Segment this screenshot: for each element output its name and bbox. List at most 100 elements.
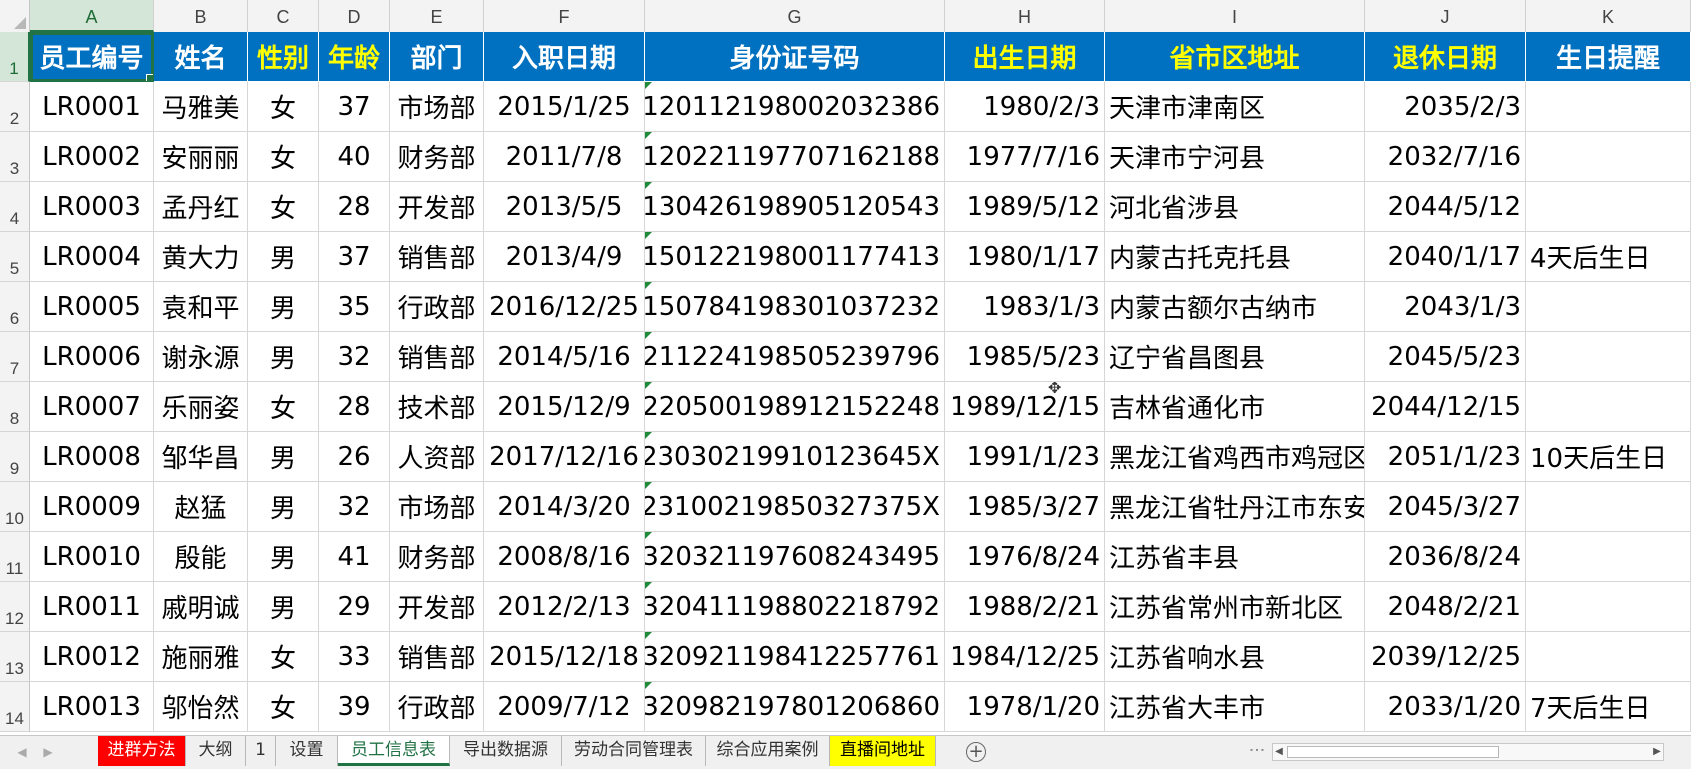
cell-a9[interactable]: LR0008 [30, 432, 154, 482]
cell-i4[interactable]: 河北省涉县 [1105, 182, 1365, 232]
sheet-tab-2[interactable]: 大纲 [186, 736, 246, 766]
cell-b13[interactable]: 施丽雅 [154, 632, 248, 682]
cell-g13[interactable]: 320921198412257761 [645, 632, 945, 682]
scroll-left-arrow-icon[interactable]: ◀ [1273, 745, 1285, 759]
add-sheet-plus-icon[interactable]: + [966, 742, 986, 762]
row-header-13[interactable]: 13 [0, 632, 30, 682]
row-header-9[interactable]: 9 [0, 432, 30, 482]
cell-d2[interactable]: 37 [319, 82, 390, 132]
horizontal-scrollbar[interactable]: ◀ ▶ [1272, 743, 1664, 761]
sheet-tab-6[interactable]: 导出数据源 [450, 736, 562, 766]
cell-e6[interactable]: 行政部 [390, 282, 484, 332]
cell-c12[interactable]: 男 [248, 582, 319, 632]
cell-e13[interactable]: 销售部 [390, 632, 484, 682]
cell-d12[interactable]: 29 [319, 582, 390, 632]
cell-d13[interactable]: 33 [319, 632, 390, 682]
cell-g11[interactable]: 320321197608243495 [645, 532, 945, 582]
cell-b7[interactable]: 谢永源 [154, 332, 248, 382]
column-header-i[interactable]: I [1105, 0, 1365, 32]
header-cell-g[interactable]: 身份证号码 [645, 32, 945, 82]
cell-k9[interactable]: 10天后生日 [1526, 432, 1691, 482]
column-header-a[interactable]: A [30, 0, 154, 32]
sheet-tab-7[interactable]: 劳动合同管理表 [562, 736, 706, 766]
cell-i3[interactable]: 天津市宁河县 [1105, 132, 1365, 182]
cell-c4[interactable]: 女 [248, 182, 319, 232]
cell-j7[interactable]: 2045/5/23 [1365, 332, 1526, 382]
row-header-12[interactable]: 12 [0, 582, 30, 632]
cell-c3[interactable]: 女 [248, 132, 319, 182]
row-header-3[interactable]: 3 [0, 132, 30, 182]
cell-a2[interactable]: LR0001 [30, 82, 154, 132]
cell-k4[interactable] [1526, 182, 1691, 232]
cell-d14[interactable]: 39 [319, 682, 390, 732]
column-header-f[interactable]: F [484, 0, 645, 32]
cell-k8[interactable] [1526, 382, 1691, 432]
column-header-e[interactable]: E [390, 0, 484, 32]
cell-i8[interactable]: 吉林省通化市 [1105, 382, 1365, 432]
cell-g9[interactable]: 23030219910123645X [645, 432, 945, 482]
cell-d3[interactable]: 40 [319, 132, 390, 182]
cell-j12[interactable]: 2048/2/21 [1365, 582, 1526, 632]
header-cell-f[interactable]: 入职日期 [484, 32, 645, 82]
cell-a5[interactable]: LR0004 [30, 232, 154, 282]
cell-c5[interactable]: 男 [248, 232, 319, 282]
cell-g8[interactable]: 220500198912152248 [645, 382, 945, 432]
cell-b2[interactable]: 马雅美 [154, 82, 248, 132]
cell-i14[interactable]: 江苏省大丰市 [1105, 682, 1365, 732]
cell-i2[interactable]: 天津市津南区 [1105, 82, 1365, 132]
cell-g4[interactable]: 130426198905120543 [645, 182, 945, 232]
cell-k2[interactable] [1526, 82, 1691, 132]
cell-f12[interactable]: 2012/2/13 [484, 582, 645, 632]
cell-f7[interactable]: 2014/5/16 [484, 332, 645, 382]
row-header-10[interactable]: 10 [0, 482, 30, 532]
select-all-corner[interactable] [0, 0, 30, 32]
cell-k11[interactable] [1526, 532, 1691, 582]
header-cell-b[interactable]: 姓名 [154, 32, 248, 82]
cell-a11[interactable]: LR0010 [30, 532, 154, 582]
cell-k14[interactable]: 7天后生日 [1526, 682, 1691, 732]
cell-j13[interactable]: 2039/12/25 [1365, 632, 1526, 682]
column-header-k[interactable]: K [1526, 0, 1691, 32]
cell-a13[interactable]: LR0012 [30, 632, 154, 682]
column-header-b[interactable]: B [154, 0, 248, 32]
cell-a3[interactable]: LR0002 [30, 132, 154, 182]
cell-g7[interactable]: 211224198505239796 [645, 332, 945, 382]
cell-h4[interactable]: 1989/5/12 [945, 182, 1105, 232]
cell-a4[interactable]: LR0003 [30, 182, 154, 232]
cell-i10[interactable]: 黑龙江省牡丹江市东安区 [1105, 482, 1365, 532]
cell-f11[interactable]: 2008/8/16 [484, 532, 645, 582]
cell-c13[interactable]: 女 [248, 632, 319, 682]
cell-j3[interactable]: 2032/7/16 [1365, 132, 1526, 182]
column-header-g[interactable]: G [645, 0, 945, 32]
cell-b8[interactable]: 乐丽姿 [154, 382, 248, 432]
cell-c8[interactable]: 女 [248, 382, 319, 432]
cell-b11[interactable]: 殷能 [154, 532, 248, 582]
cell-j5[interactable]: 2040/1/17 [1365, 232, 1526, 282]
cell-i13[interactable]: 江苏省响水县 [1105, 632, 1365, 682]
cell-k3[interactable] [1526, 132, 1691, 182]
sheet-tab-8[interactable]: 综合应用案例 [706, 736, 830, 766]
cell-a6[interactable]: LR0005 [30, 282, 154, 332]
header-cell-h[interactable]: 出生日期 [945, 32, 1105, 82]
cell-g2[interactable]: 120112198002032386 [645, 82, 945, 132]
column-header-d[interactable]: D [319, 0, 390, 32]
cell-i9[interactable]: 黑龙江省鸡西市鸡冠区 [1105, 432, 1365, 482]
cell-f10[interactable]: 2014/3/20 [484, 482, 645, 532]
cell-f2[interactable]: 2015/1/25 [484, 82, 645, 132]
cell-b4[interactable]: 孟丹红 [154, 182, 248, 232]
row-header-1[interactable]: 1 [0, 32, 30, 82]
cell-e12[interactable]: 开发部 [390, 582, 484, 632]
cell-h11[interactable]: 1976/8/24 [945, 532, 1105, 582]
cell-e8[interactable]: 技术部 [390, 382, 484, 432]
cell-f9[interactable]: 2017/12/16 [484, 432, 645, 482]
cell-d11[interactable]: 41 [319, 532, 390, 582]
cell-d10[interactable]: 32 [319, 482, 390, 532]
column-header-c[interactable]: C [248, 0, 319, 32]
cell-b12[interactable]: 戚明诚 [154, 582, 248, 632]
cell-e14[interactable]: 行政部 [390, 682, 484, 732]
cell-d5[interactable]: 37 [319, 232, 390, 282]
cell-j11[interactable]: 2036/8/24 [1365, 532, 1526, 582]
cell-k5[interactable]: 4天后生日 [1526, 232, 1691, 282]
cell-e2[interactable]: 市场部 [390, 82, 484, 132]
row-header-6[interactable]: 6 [0, 282, 30, 332]
